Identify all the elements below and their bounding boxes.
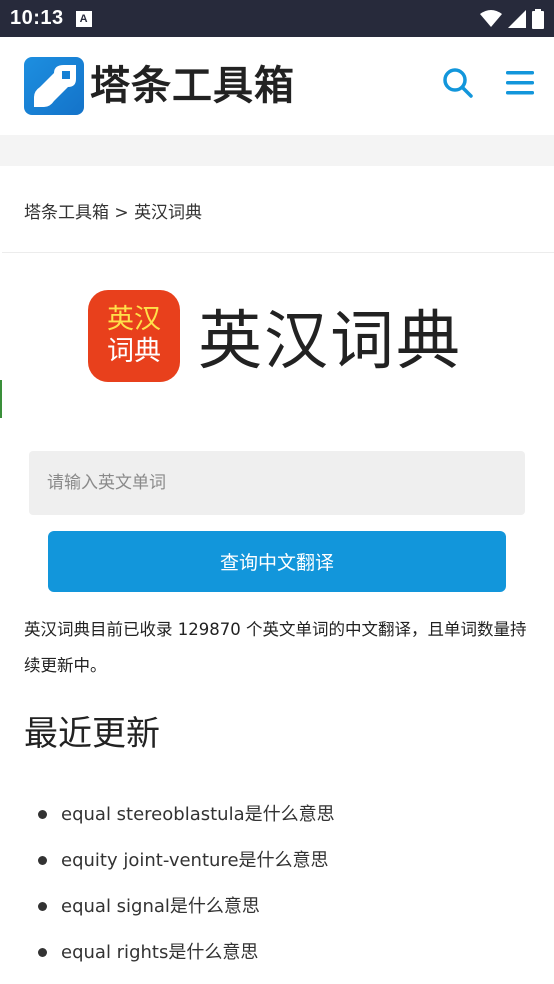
status-bar: 10:13 A bbox=[0, 0, 554, 37]
app-title-row: 英汉 词典 英汉词典 bbox=[88, 290, 462, 382]
header-separator bbox=[0, 135, 554, 166]
dictionary-description: 英汉词典目前已收录 129870 个英文单词的中文翻译，且单词数量持续更新中。 bbox=[24, 620, 527, 675]
breadcrumb-current: 英汉词典 bbox=[134, 203, 203, 223]
breadcrumb: 塔条工具箱 > 英汉词典 bbox=[24, 198, 202, 223]
logo-text: 塔条工具箱 bbox=[90, 63, 295, 109]
status-time: 10:13 bbox=[10, 7, 64, 29]
menu-icon[interactable] bbox=[504, 67, 536, 99]
page-title: 英汉词典 bbox=[198, 305, 462, 379]
recent-item[interactable]: equity joint-venture是什么意思 bbox=[38, 838, 335, 884]
recent-item[interactable]: equal rights是什么意思 bbox=[38, 930, 335, 976]
battery-icon bbox=[532, 8, 544, 29]
breadcrumb-home[interactable]: 塔条工具箱 bbox=[24, 203, 109, 223]
signal-icon bbox=[508, 9, 526, 28]
recent-updates-list: equal stereoblastula是什么意思 equity joint-v… bbox=[38, 792, 335, 976]
query-translation-button[interactable]: 查询中文翻译 bbox=[48, 531, 506, 592]
status-indicators bbox=[480, 8, 544, 29]
app-icon-line2: 词典 bbox=[107, 336, 161, 367]
recent-item[interactable]: equal signal是什么意思 bbox=[38, 884, 335, 930]
site-header: 塔条工具箱 bbox=[0, 37, 554, 135]
search-icon[interactable] bbox=[442, 67, 474, 99]
dictionary-app-icon: 英汉 词典 bbox=[88, 290, 180, 382]
main-card: 塔条工具箱 > 英汉词典 英汉 词典 英汉词典 查询中文翻译 英汉词典目前已收录… bbox=[2, 166, 554, 984]
divider bbox=[2, 252, 554, 253]
wrench-logo-icon bbox=[24, 57, 84, 115]
wifi-icon bbox=[480, 9, 502, 27]
notification-icon: A bbox=[75, 10, 92, 27]
recent-updates-title: 最近更新 bbox=[24, 714, 160, 754]
site-logo[interactable]: 塔条工具箱 bbox=[24, 57, 295, 115]
breadcrumb-separator: > bbox=[114, 203, 129, 223]
app-icon-line1: 英汉 bbox=[107, 303, 161, 335]
word-search-input[interactable] bbox=[29, 451, 525, 515]
recent-item[interactable]: equal stereoblastula是什么意思 bbox=[38, 792, 335, 838]
